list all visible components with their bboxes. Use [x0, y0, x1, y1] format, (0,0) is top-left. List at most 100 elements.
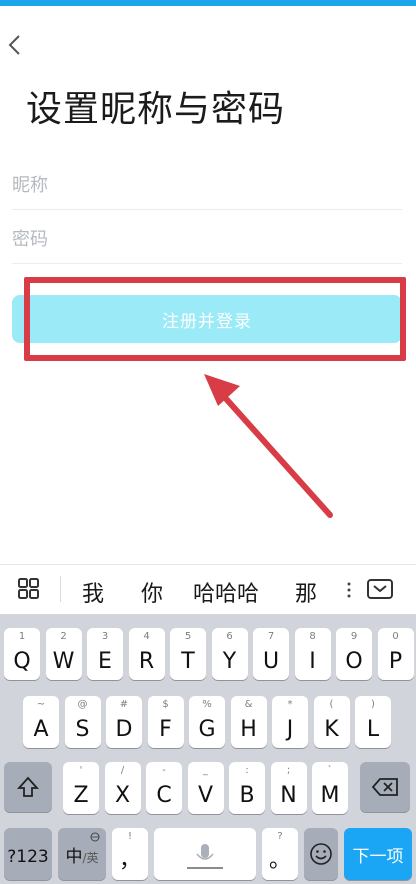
register-login-button[interactable]: 注册并登录 [12, 295, 402, 343]
key-o[interactable]: 9O [336, 628, 372, 680]
key-label: A [33, 717, 49, 742]
key-b[interactable]: :B [229, 762, 265, 814]
grid-menu-icon[interactable] [16, 577, 42, 601]
key-sub-label: ' [79, 765, 83, 776]
key-label: O [345, 649, 363, 674]
key-sub-label: 8 [309, 631, 316, 642]
key-sub-label: 3 [101, 631, 109, 642]
space-voice-key[interactable] [154, 828, 256, 880]
key-n[interactable]: ; N [270, 762, 307, 814]
key-a[interactable]: ~ A [23, 696, 59, 748]
key-sub-label: 7 [267, 631, 275, 642]
key-label: L [366, 717, 380, 742]
key-sub-label: ) [371, 699, 375, 710]
key-v[interactable]: _ V [187, 762, 224, 814]
key-label: D [115, 717, 133, 742]
key-label: G [198, 717, 216, 742]
key-label: W [52, 649, 75, 674]
key-label: Y [222, 649, 237, 674]
key-sub-label: - [162, 765, 166, 776]
key-c[interactable]: -C [146, 762, 182, 814]
key-sub-label: ` [327, 765, 333, 776]
next-item-key[interactable]: 下一项 [344, 828, 412, 880]
key-e[interactable]: 3E [87, 628, 123, 680]
key-q[interactable]: 1Q [4, 628, 40, 680]
back-button[interactable] [4, 30, 30, 60]
key-label: B [239, 783, 255, 808]
candidate-word[interactable]: 那 [295, 576, 317, 608]
key-label: J [286, 717, 294, 742]
key-sub-label: 0 [392, 631, 399, 642]
key-d[interactable]: # D [106, 696, 142, 748]
key-label: Z [73, 783, 89, 808]
key-sub-label: ~ [36, 699, 46, 710]
more-candidates-icon[interactable] [346, 578, 352, 602]
key-sub-label: @ [77, 699, 88, 710]
backspace-icon [371, 778, 398, 796]
numbers-key[interactable]: ?123 [4, 828, 52, 880]
key-p[interactable]: 0P [377, 628, 414, 680]
key-label: V [197, 783, 214, 808]
key-label: K [324, 717, 339, 742]
key-z[interactable]: ' Z [63, 762, 99, 814]
key-l[interactable]: ) L [355, 696, 391, 748]
key-label: U [262, 649, 280, 674]
emoji-icon [310, 843, 332, 865]
top-status-strip [0, 0, 416, 6]
key-x[interactable]: / X [104, 762, 141, 814]
key-u[interactable]: 7U [253, 628, 289, 680]
key-f[interactable]: $ F [147, 696, 184, 748]
emoji-key[interactable] [304, 828, 338, 880]
password-input[interactable] [12, 212, 402, 263]
key-w[interactable]: 2W [45, 628, 82, 680]
shift-icon [16, 776, 40, 797]
key-label: S [75, 717, 90, 742]
backspace-key[interactable] [360, 762, 410, 812]
key-sub-label: : [245, 765, 249, 776]
key-sub-label: $ [162, 699, 169, 710]
key-label: P [388, 649, 403, 674]
candidate-word[interactable]: 我 [82, 576, 104, 608]
key-sub-label: 1 [18, 631, 26, 642]
key-j[interactable]: * J [272, 696, 308, 748]
key-r[interactable]: 4R [128, 628, 165, 680]
candidate-word[interactable]: 你 [141, 576, 163, 608]
key-t[interactable]: 5T [170, 628, 206, 680]
lang-key-sub: /英 [82, 851, 99, 865]
key-m[interactable]: ` M [312, 762, 348, 814]
nickname-field[interactable] [12, 158, 402, 210]
key-label: H [240, 717, 257, 742]
key-label: F [159, 717, 172, 742]
key-sub-label: _ [203, 765, 208, 776]
nickname-input[interactable] [12, 158, 402, 209]
chevron-left-icon [8, 35, 20, 55]
key-k[interactable]: (K [313, 696, 350, 748]
key-i[interactable]: 8I [294, 628, 331, 680]
password-field[interactable] [12, 212, 402, 264]
globe-icon [90, 832, 100, 842]
key-sub-label: 4 [143, 631, 150, 642]
page-title: 设置昵称与密码 [26, 89, 286, 130]
language-switch-key[interactable]: 中/英 [58, 828, 106, 880]
key-label: R [138, 649, 155, 674]
key-label: N [280, 783, 297, 808]
key-h[interactable]: & H [230, 696, 267, 748]
candidate-word[interactable]: 哈哈哈 [193, 576, 259, 608]
key-sub-label: 6 [226, 631, 233, 642]
candidate-divider [60, 576, 61, 602]
key-sub-label: / [120, 765, 125, 776]
period-key[interactable]: ? 。 [262, 828, 298, 880]
comma-key[interactable]: ! ， [112, 828, 148, 880]
key-sub-label: ; [286, 765, 291, 776]
shift-key[interactable] [4, 762, 52, 812]
microphone-icon [187, 844, 223, 869]
hide-keyboard-icon[interactable] [366, 578, 394, 600]
key-y[interactable]: 6Y [211, 628, 248, 680]
key-g[interactable]: % G [189, 696, 225, 748]
key-s[interactable]: @ S [64, 696, 101, 748]
key-sub-label: # [119, 699, 129, 710]
key-sub-label: ( [329, 699, 334, 710]
key-label: I [309, 649, 316, 674]
key-sub-label: * [287, 699, 293, 710]
register-login-label: 注册并登录 [162, 311, 252, 332]
